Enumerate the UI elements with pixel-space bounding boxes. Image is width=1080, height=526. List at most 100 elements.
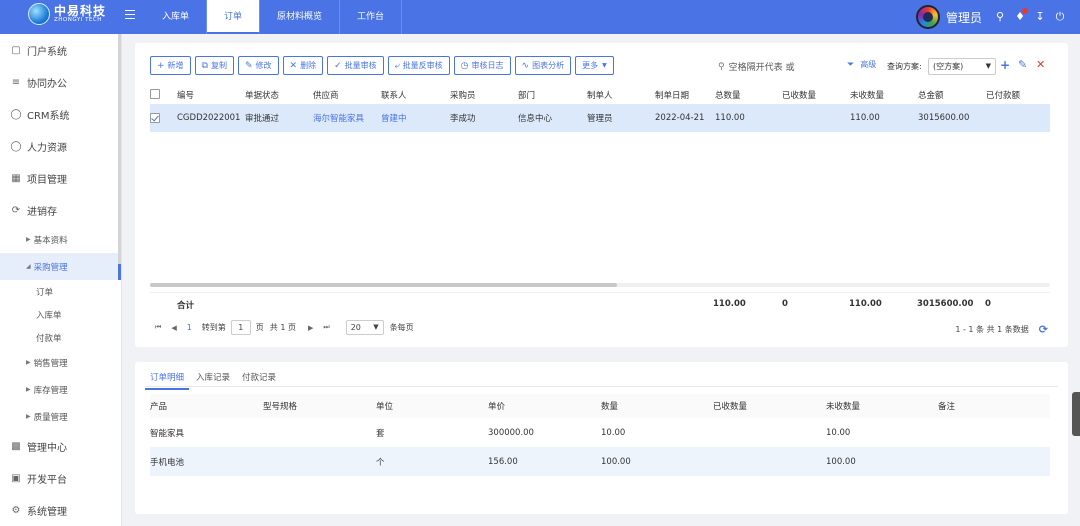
refresh-icon[interactable]: ⟳ <box>1039 323 1048 336</box>
copy-button[interactable]: ⧉ 复制 <box>194 56 234 75</box>
sidebar-leaf-payment[interactable]: 付款单 <box>0 326 121 349</box>
sidebar-item-hr[interactable]: ◯ 人力资源 <box>0 130 121 162</box>
last-page-icon[interactable]: ⏭ <box>323 323 329 332</box>
search-icon[interactable]: ⚲ <box>994 11 1006 23</box>
sidebar-item-inventory[interactable]: ⟳ 进销存 <box>0 194 121 226</box>
sidebar-scrollbar[interactable] <box>118 34 121 264</box>
add-button[interactable]: + 新增 <box>150 56 191 75</box>
sidebar-item-dev-platform[interactable]: ▣ 开发平台 <box>0 462 121 494</box>
brand-name: 中易科技 <box>54 3 107 18</box>
bell-icon[interactable]: ♦ <box>1014 8 1028 23</box>
sidebar-leaf-order[interactable]: 订单 <box>0 280 121 303</box>
edit-button[interactable]: ✎ 修改 <box>237 56 279 75</box>
prev-page-icon[interactable]: ◀ <box>171 324 176 332</box>
col-code[interactable]: 编号 <box>177 85 245 104</box>
search-icon: ⚲ <box>718 61 725 72</box>
sidebar-item-admin-center[interactable]: ▩ 管理中心 <box>0 430 121 462</box>
users-icon: ◯ <box>10 140 22 152</box>
sidebar-item-crm[interactable]: ◯ CRM系统 <box>0 98 121 130</box>
table-row[interactable]: CGDD2022001 审批通过 海尔智能家具 曾建中 李成功 信息中心 管理员… <box>150 104 1050 132</box>
sidebar-item-collab[interactable]: ≡ 协同办公 <box>0 66 121 98</box>
sidebar-item-system[interactable]: ⚙ 系统管理 <box>0 494 121 526</box>
page-size-select[interactable]: 20 ▼ <box>345 320 384 335</box>
cell-note <box>938 418 1050 447</box>
tab-material-overview[interactable]: 原材料概览 <box>260 0 341 34</box>
col-dept[interactable]: 部门 <box>518 85 587 104</box>
col-supplier[interactable]: 供应商 <box>313 85 381 104</box>
sidebar-sub-stock[interactable]: ▶ 库存管理 <box>0 376 121 403</box>
col-unreceived[interactable]: 未收数量 <box>850 85 918 104</box>
col-received[interactable]: 已收数量 <box>782 85 850 104</box>
table-hscroll-thumb[interactable] <box>150 283 617 287</box>
cell-unreceived-qty: 10.00 <box>826 427 851 438</box>
tab-order[interactable]: 订单 <box>207 0 261 34</box>
sidebar-item-project[interactable]: ▦ 项目管理 <box>0 162 121 194</box>
tab-inbound[interactable]: 入库单 <box>145 0 208 34</box>
line-chart-icon: ∿ <box>521 60 530 71</box>
col-buyer[interactable]: 采购员 <box>450 85 518 104</box>
sidebar: ▢ 门户系统 ≡ 协同办公 ◯ CRM系统 ◯ 人力资源 ▦ 项目管理 ⟳ 进销存 ▶ 基本资… <box>0 34 122 526</box>
pagination: ⏮ ◀ 1 转到第 1 页 共 1 页 ▶ ⏭ 20 ▼ 条每页 <box>155 320 414 335</box>
cell-unreceived: 110.00 <box>850 104 918 132</box>
caret-right-icon: ▶ <box>26 413 31 420</box>
download-icon[interactable]: ↧ <box>1034 11 1046 23</box>
delete-button[interactable]: ✕ 删除 <box>282 56 324 75</box>
next-page-icon[interactable]: ▶ <box>308 324 313 332</box>
sum-paid: 0 <box>985 299 991 309</box>
menu-toggle-icon[interactable] <box>125 10 135 19</box>
sidebar-leaf-inbound[interactable]: 入库单 <box>0 303 121 326</box>
advanced-filter-button[interactable]: ⏷ 高级 <box>847 59 876 70</box>
total-pages: 共 1 页 <box>269 323 296 332</box>
page-input[interactable]: 1 <box>230 320 251 335</box>
summary-row: 合计 110.00 0 110.00 3015600.00 0 <box>150 292 1050 312</box>
edit-scheme-icon[interactable]: ✎ <box>1018 58 1027 71</box>
col-amount[interactable]: 总金额 <box>918 85 986 104</box>
chart-analysis-button[interactable]: ∿ 图表分析 <box>514 56 572 75</box>
username[interactable]: 管理员 <box>946 9 982 26</box>
cell-supplier-link[interactable]: 海尔智能家具 <box>313 104 381 132</box>
cell-contact-link[interactable]: 曾建中 <box>381 104 450 132</box>
current-page[interactable]: 1 <box>187 323 192 332</box>
batch-unaudit-button[interactable]: ⤶ 批量反审核 <box>387 56 450 75</box>
sidebar-sub-basic[interactable]: ▶ 基本资料 <box>0 226 121 253</box>
table-row[interactable]: 手机电池 个 156.00 100.00 100.00 <box>150 447 1050 476</box>
check-icon: ✓ <box>334 60 342 71</box>
goto-label: 转到第 <box>201 323 226 332</box>
cell-spec <box>263 447 376 476</box>
sidebar-sub-sales[interactable]: ▶ 销售管理 <box>0 349 121 376</box>
col-contact[interactable]: 联系人 <box>381 85 450 104</box>
per-page-label: 条每页 <box>389 323 414 332</box>
col-paid[interactable]: 已付款额 <box>986 85 1050 104</box>
scheme-select[interactable]: (空方案) ▼ <box>928 58 996 75</box>
col-total-qty[interactable]: 总数量 <box>715 85 782 104</box>
tab-workbench[interactable]: 工作台 <box>340 0 403 34</box>
avatar[interactable] <box>915 5 940 29</box>
sidebar-item-portal[interactable]: ▢ 门户系统 <box>0 34 121 66</box>
side-drawer-handle[interactable] <box>1072 392 1080 436</box>
scheme-label: 查询方案: <box>887 62 922 71</box>
sidebar-sub-quality[interactable]: ▶ 质量管理 <box>0 403 121 430</box>
order-table: 编号 单据状态 供应商 联系人 采购员 部门 制单人 制单日期 总数量 已收数量… <box>150 85 1050 132</box>
logo[interactable]: 中易科技 ZHONGYI TECH <box>28 3 106 25</box>
power-icon[interactable]: ⏻ <box>1054 11 1066 23</box>
cell-code: CGDD2022001 <box>177 104 245 132</box>
table-row[interactable]: 智能家具 套 300000.00 10.00 10.00 <box>150 418 1050 447</box>
sidebar-sub-purchase[interactable]: ◢ 采购管理 <box>0 253 121 280</box>
toolbar: + 新增 ⧉ 复制 ✎ 修改 ✕ 删除 ✓ 批量审核 ⤶ 批量反审核 ◷ 审核日志 ∿ 图表分析… <box>150 56 618 75</box>
select-all-checkbox[interactable] <box>150 89 160 100</box>
col-unreceived-qty: 未收数量 <box>826 394 938 418</box>
row-checkbox[interactable] <box>150 112 160 123</box>
col-maker[interactable]: 制单人 <box>587 85 655 104</box>
audit-log-button[interactable]: ◷ 审核日志 <box>453 56 511 75</box>
col-status[interactable]: 单据状态 <box>245 85 313 104</box>
add-scheme-icon[interactable]: + <box>1000 58 1010 72</box>
delete-scheme-icon[interactable]: ✕ <box>1036 58 1045 71</box>
first-page-icon[interactable]: ⏮ <box>155 323 161 332</box>
cell-dept: 信息中心 <box>518 104 587 132</box>
more-button[interactable]: 更多 ▼ <box>575 56 614 75</box>
pagination-summary-area: 1 - 1 条 共 1 条数据 ⟳ <box>955 323 1048 336</box>
cell-product: 智能家具 <box>150 428 185 439</box>
search-input[interactable]: ⚲ 空格隔开代表 或 <box>718 59 828 74</box>
col-date[interactable]: 制单日期 <box>655 85 715 104</box>
batch-audit-button[interactable]: ✓ 批量审核 <box>327 56 384 75</box>
